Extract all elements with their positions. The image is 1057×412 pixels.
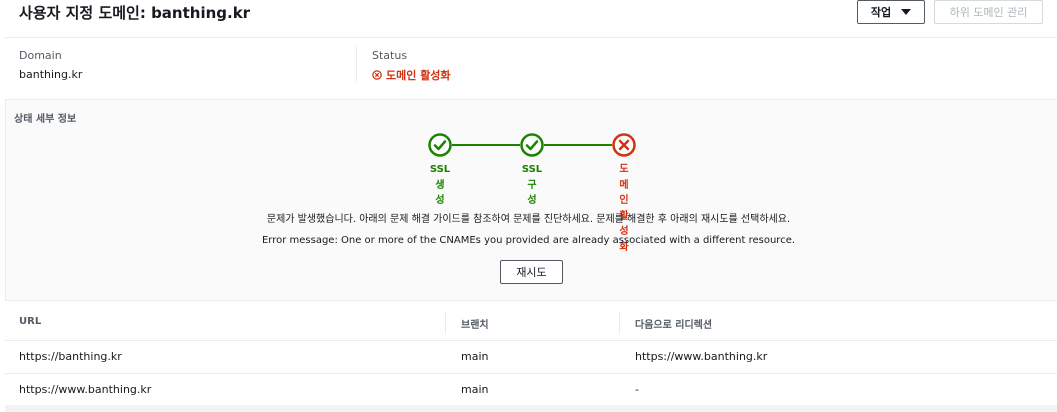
table-cell-branch: main [461, 350, 489, 363]
status-label: Status [372, 49, 408, 62]
actions-dropdown-button[interactable]: 작업 [857, 0, 925, 24]
table-cell-branch: main [461, 383, 489, 396]
divider [356, 45, 357, 83]
step-label-line: 구 [527, 179, 537, 191]
troubleshoot-message: 문제가 발생했습니다. 아래의 문제 해결 가이드를 참조하여 문제를 진단하세… [266, 214, 791, 225]
step-label-line: 메 [619, 179, 629, 191]
step-label-line: SSL [521, 164, 543, 175]
status-value: 도메인 활성화 [372, 67, 451, 83]
step-connector [452, 144, 520, 146]
check-circle-icon [520, 133, 544, 157]
step-connector [544, 144, 612, 146]
domain-value: banthing.kr [19, 68, 83, 81]
status-text: 도메인 활성화 [386, 69, 451, 82]
column-header-url[interactable]: URL [19, 316, 41, 327]
step-label-ssl-create: SSL 생 성 [425, 162, 455, 209]
step-label-line: 인 [619, 195, 629, 206]
divider [5, 37, 1057, 38]
table-cell-redirect: https://www.banthing.kr [635, 350, 768, 363]
table-cell-url: https://www.banthing.kr [19, 383, 152, 396]
error-message: Error message: One or more of the CNAMEs… [261, 235, 796, 246]
error-circle-icon [372, 70, 382, 80]
error-circle-icon [612, 133, 636, 157]
step-label-line: 생 [435, 179, 445, 191]
column-separator [445, 312, 446, 334]
retry-button[interactable]: 재시도 [500, 260, 563, 284]
column-separator [619, 312, 620, 334]
table-bottom-border [5, 405, 1057, 412]
table-cell-url: https://banthing.kr [19, 350, 122, 363]
step-label-line: SSL [429, 164, 451, 175]
divider [5, 300, 1057, 301]
caret-down-icon [901, 9, 912, 15]
step-label-line: 도 [619, 164, 629, 175]
column-header-branch[interactable]: 브랜치 [461, 316, 489, 331]
table-row-divider [5, 373, 1057, 374]
actions-label: 작업 [870, 6, 892, 19]
manage-subdomains-button[interactable]: 하위 도메인 관리 [934, 0, 1043, 24]
check-circle-icon [428, 133, 452, 157]
table-cell-redirect: - [635, 383, 639, 396]
step-label-ssl-config: SSL 구 성 [517, 162, 547, 209]
page-title: 사용자 지정 도메인: banthing.kr [19, 4, 251, 22]
step-label-line: 성 [527, 195, 537, 206]
status-details-title: 상태 세부 정보 [14, 114, 77, 125]
column-header-redirect[interactable]: 다음으로 리디렉션 [635, 316, 712, 331]
step-label-line: 성 [435, 195, 445, 206]
domain-label: Domain [19, 49, 62, 62]
table-header-divider [5, 340, 1057, 341]
divider [5, 99, 1057, 100]
